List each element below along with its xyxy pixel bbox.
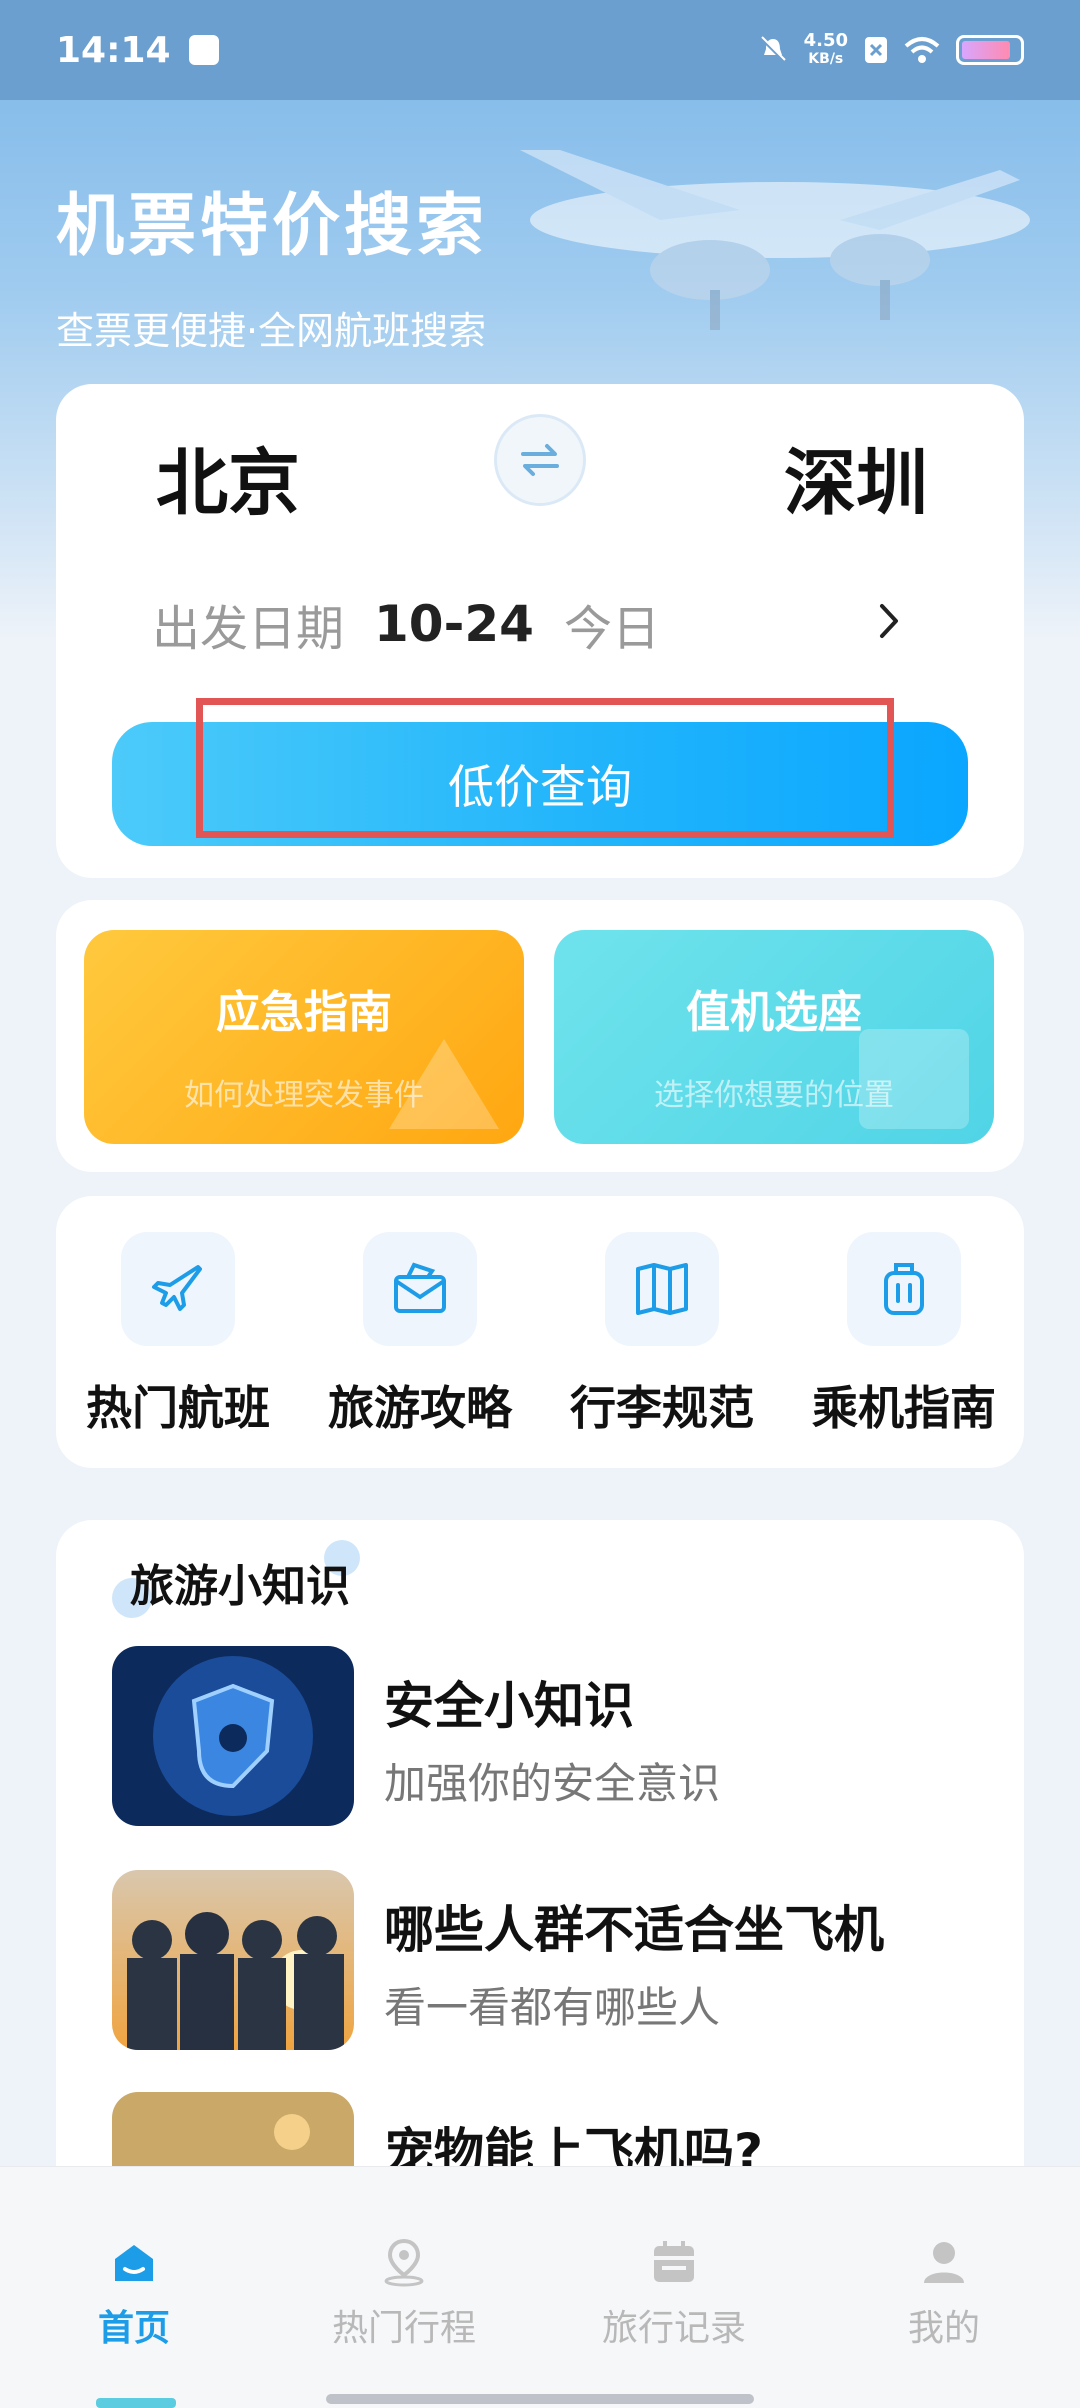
nav-boarding-guide-label: 乘机指南 [812,1381,996,1435]
tip-item-unfit-groups[interactable]: 哪些人群不适合坐飞机 看一看都有哪些人 [112,1870,992,2050]
seat-decor-icon [859,1029,969,1129]
tab-mine-label: 我的 [907,2308,980,2349]
emergency-guide-tile[interactable]: 应急指南 如何处理突发事件 [84,930,524,1144]
page-title: 机票特价搜索 [56,187,489,266]
nav-boarding-guide[interactable]: 乘机指南 [794,1232,1014,1438]
wifi-icon [904,37,940,63]
tab-hot-trips-label: 热门行程 [331,2308,476,2349]
people-silhouette-thumbnail [112,1870,354,2050]
tab-travel-records-label: 旅行记录 [601,2308,746,2349]
tab-travel-records[interactable]: 旅行记录 [574,2237,774,2351]
network-speed-unit: KB/s [808,51,844,67]
message-notification-icon [188,35,219,65]
warning-decor-icon [389,1039,499,1129]
book-map-icon [636,1263,688,1315]
tab-hot-trips[interactable]: 热门行程 [304,2237,504,2351]
arrival-city[interactable]: 深圳 [784,424,928,529]
travel-tips-card: 旅游小知识 安全小知识 加强你的安全意识 哪些人群不适合坐飞机 看一看都有哪些人… [56,1520,1024,2272]
date-label: 出发日期 [152,601,345,657]
nav-hot-flights-label: 热门航班 [86,1381,270,1435]
nav-baggage-rules-label: 行李规范 [570,1381,754,1435]
safety-thumbnail [112,1646,354,1826]
tips-heading: 旅游小知识 [130,1561,350,1612]
airplane-image [520,150,1030,330]
departure-date-row[interactable]: 出发日期 10-24 今日 [152,584,904,664]
active-tab-indicator [96,2398,176,2408]
nav-travel-guide-label: 旅游攻略 [328,1381,512,1435]
flight-search-card: 北京 深圳 出发日期 10-24 今日 低价查询 [56,384,1024,878]
nav-hot-flights[interactable]: 热门航班 [68,1232,288,1438]
swap-icon [521,444,559,476]
tip-title: 哪些人群不适合坐飞机 [384,1901,884,1959]
departure-city[interactable]: 北京 [156,424,300,529]
mute-bell-icon [760,36,786,63]
location-pin-icon [384,2238,424,2287]
tip-subtitle: 看一看都有哪些人 [384,1983,721,2032]
network-speed: 4.50 KB/s [804,32,848,68]
tip-item-safety[interactable]: 安全小知识 加强你的安全意识 [112,1646,992,1826]
tab-home[interactable]: 首页 [34,2237,234,2351]
home-indicator[interactable] [326,2394,754,2404]
swap-cities-button[interactable] [494,414,586,506]
date-value: 10-24 [374,595,534,653]
user-icon [924,2242,964,2283]
emergency-guide-title: 应急指南 [216,987,392,1038]
checkin-seat-tile[interactable]: 值机选座 选择你想要的位置 [554,930,994,1144]
tab-mine[interactable]: 我的 [844,2237,1044,2351]
chevron-right-icon [880,604,898,638]
battery-icon [956,35,1024,65]
network-speed-value: 4.50 [803,30,848,51]
quick-nav-card: 热门航班 旅游攻略 行李规范 乘机指南 [56,1196,1024,1468]
nav-travel-guide[interactable]: 旅游攻略 [310,1232,530,1438]
tip-title: 安全小知识 [384,1677,634,1735]
page-subtitle: 查票更便捷·全网航班搜索 [56,309,487,353]
map-envelope-icon [394,1262,446,1313]
nav-baggage-rules[interactable]: 行李规范 [552,1232,772,1438]
home-icon [115,2245,153,2281]
status-time: 14:14 [56,29,171,71]
bottom-tab-bar: 首页 热门行程 旅行记录 我的 [0,2166,1080,2408]
tab-home-label: 首页 [97,2308,170,2349]
status-bar: 14:14 4.50 KB/s [0,0,1080,100]
guide-card: 应急指南 如何处理突发事件 值机选座 选择你想要的位置 [56,900,1024,1172]
luggage-icon [884,1263,924,1315]
date-relative: 今日 [563,601,660,657]
plane-icon [152,1265,202,1311]
tip-subtitle: 加强你的安全意识 [384,1759,721,1808]
calendar-icon [654,2241,694,2282]
sim-card-icon [865,37,887,63]
low-price-search-button[interactable]: 低价查询 [112,722,968,846]
